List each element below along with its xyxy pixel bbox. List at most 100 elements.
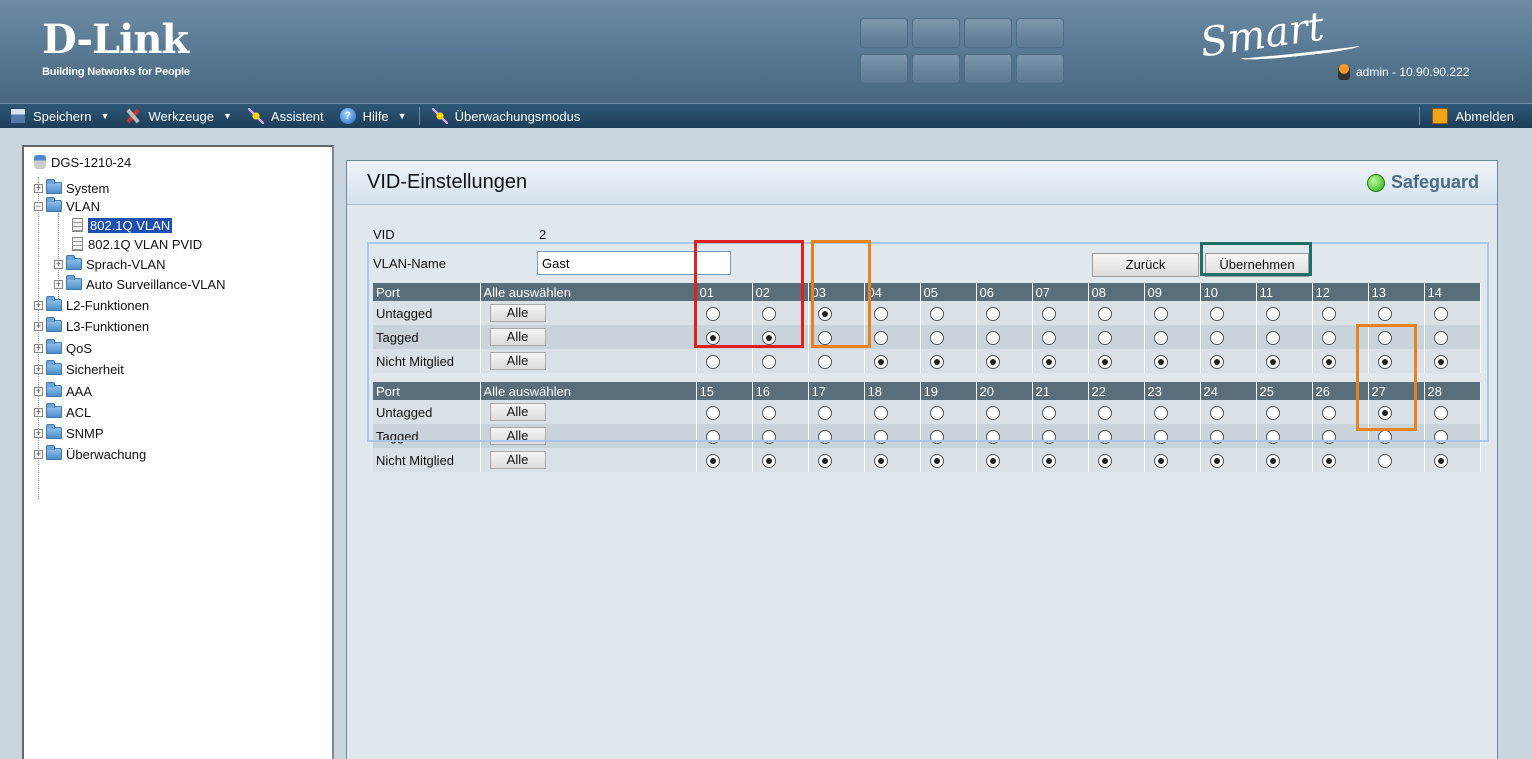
membership-radio[interactable] bbox=[873, 429, 888, 444]
membership-radio[interactable] bbox=[929, 429, 944, 444]
membership-radio[interactable] bbox=[1321, 306, 1336, 321]
membership-radio[interactable] bbox=[1209, 306, 1224, 321]
membership-radio[interactable] bbox=[1153, 453, 1168, 468]
membership-radio[interactable] bbox=[761, 453, 776, 468]
wizard-menu[interactable]: Assistent bbox=[240, 104, 332, 129]
tree-item-snmp[interactable]: + SNMP bbox=[34, 424, 104, 442]
expand-icon[interactable]: + bbox=[54, 259, 63, 269]
membership-radio[interactable] bbox=[1321, 354, 1336, 369]
tree-item-aaa[interactable]: + AAA bbox=[34, 382, 92, 400]
membership-radio[interactable] bbox=[1265, 306, 1280, 321]
membership-radio[interactable] bbox=[817, 429, 832, 444]
membership-radio[interactable] bbox=[985, 429, 1000, 444]
membership-radio[interactable] bbox=[1377, 453, 1392, 468]
tree-item-acl[interactable]: + ACL bbox=[34, 403, 91, 421]
membership-radio[interactable] bbox=[817, 405, 832, 420]
expand-icon[interactable]: + bbox=[34, 321, 43, 331]
membership-radio[interactable] bbox=[705, 354, 720, 369]
membership-radio[interactable] bbox=[1097, 306, 1112, 321]
membership-radio[interactable] bbox=[1041, 330, 1056, 345]
membership-radio[interactable] bbox=[761, 354, 776, 369]
select-all-button[interactable]: Alle bbox=[489, 403, 546, 421]
select-all-button[interactable]: Alle bbox=[489, 304, 546, 322]
membership-radio[interactable] bbox=[817, 306, 832, 321]
tree-item-system[interactable]: + System bbox=[34, 179, 109, 197]
membership-radio[interactable] bbox=[985, 453, 1000, 468]
select-all-button[interactable]: Alle bbox=[489, 328, 546, 346]
membership-radio[interactable] bbox=[929, 330, 944, 345]
membership-radio[interactable] bbox=[985, 405, 1000, 420]
membership-radio[interactable] bbox=[1209, 330, 1224, 345]
membership-radio[interactable] bbox=[1153, 405, 1168, 420]
membership-radio[interactable] bbox=[761, 429, 776, 444]
apply-button[interactable]: Übernehmen bbox=[1205, 253, 1309, 277]
membership-radio[interactable] bbox=[1153, 354, 1168, 369]
expand-icon[interactable]: + bbox=[34, 407, 43, 417]
membership-radio[interactable] bbox=[929, 405, 944, 420]
expand-icon[interactable]: + bbox=[34, 183, 43, 193]
membership-radio[interactable] bbox=[1097, 354, 1112, 369]
membership-radio[interactable] bbox=[1097, 405, 1112, 420]
membership-radio[interactable] bbox=[1209, 453, 1224, 468]
membership-radio[interactable] bbox=[1041, 306, 1056, 321]
membership-radio[interactable] bbox=[1377, 330, 1392, 345]
membership-radio[interactable] bbox=[985, 330, 1000, 345]
tree-item-device[interactable]: DGS-1210-24 bbox=[34, 153, 131, 171]
membership-radio[interactable] bbox=[1321, 429, 1336, 444]
membership-radio[interactable] bbox=[705, 453, 720, 468]
membership-radio[interactable] bbox=[1321, 405, 1336, 420]
membership-radio[interactable] bbox=[1433, 453, 1448, 468]
select-all-button[interactable]: Alle bbox=[489, 451, 546, 469]
tree-item-l2-functions[interactable]: + L2-Funktionen bbox=[34, 296, 149, 314]
membership-radio[interactable] bbox=[1321, 453, 1336, 468]
membership-radio[interactable] bbox=[1433, 429, 1448, 444]
tree-item-8021q-vlan-pvid[interactable]: 802.1Q VLAN PVID bbox=[72, 235, 202, 253]
expand-icon[interactable]: + bbox=[34, 428, 43, 438]
membership-radio[interactable] bbox=[1433, 354, 1448, 369]
membership-radio[interactable] bbox=[1265, 330, 1280, 345]
membership-radio[interactable] bbox=[1377, 306, 1392, 321]
membership-radio[interactable] bbox=[873, 330, 888, 345]
tools-menu[interactable]: Werkzeuge ▼ bbox=[117, 104, 239, 129]
tree-item-8021q-vlan[interactable]: 802.1Q VLAN bbox=[72, 216, 173, 234]
membership-radio[interactable] bbox=[873, 306, 888, 321]
tree-item-qos[interactable]: + QoS bbox=[34, 339, 92, 357]
membership-radio[interactable] bbox=[761, 306, 776, 321]
membership-radio[interactable] bbox=[1041, 405, 1056, 420]
expand-icon[interactable]: + bbox=[54, 279, 63, 289]
membership-radio[interactable] bbox=[929, 306, 944, 321]
membership-radio[interactable] bbox=[873, 453, 888, 468]
membership-radio[interactable] bbox=[817, 453, 832, 468]
tree-item-auto-surveillance-vlan[interactable]: + Auto Surveillance-VLAN bbox=[54, 275, 225, 293]
monitor-mode-menu[interactable]: Überwachungsmodus bbox=[424, 104, 589, 129]
membership-radio[interactable] bbox=[1265, 453, 1280, 468]
expand-icon[interactable]: + bbox=[34, 449, 43, 459]
membership-radio[interactable] bbox=[985, 354, 1000, 369]
membership-radio[interactable] bbox=[1041, 429, 1056, 444]
save-menu[interactable]: Speichern ▼ bbox=[0, 104, 117, 129]
membership-radio[interactable] bbox=[873, 405, 888, 420]
membership-radio[interactable] bbox=[929, 453, 944, 468]
membership-radio[interactable] bbox=[1433, 405, 1448, 420]
membership-radio[interactable] bbox=[1321, 330, 1336, 345]
back-button[interactable]: Zurück bbox=[1092, 253, 1199, 277]
membership-radio[interactable] bbox=[1153, 429, 1168, 444]
membership-radio[interactable] bbox=[1433, 306, 1448, 321]
membership-radio[interactable] bbox=[1097, 453, 1112, 468]
membership-radio[interactable] bbox=[1377, 405, 1392, 420]
expand-icon[interactable]: + bbox=[34, 343, 43, 353]
membership-radio[interactable] bbox=[1209, 405, 1224, 420]
membership-radio[interactable] bbox=[1153, 330, 1168, 345]
membership-radio[interactable] bbox=[1209, 429, 1224, 444]
logout-button[interactable]: Abmelden bbox=[1424, 104, 1532, 129]
membership-radio[interactable] bbox=[705, 330, 720, 345]
membership-radio[interactable] bbox=[1097, 330, 1112, 345]
membership-radio[interactable] bbox=[985, 306, 1000, 321]
membership-radio[interactable] bbox=[1153, 306, 1168, 321]
help-menu[interactable]: ? Hilfe ▼ bbox=[332, 104, 415, 129]
tree-item-security[interactable]: + Sicherheit bbox=[34, 360, 124, 378]
membership-radio[interactable] bbox=[761, 405, 776, 420]
membership-radio[interactable] bbox=[929, 354, 944, 369]
expand-icon[interactable]: + bbox=[34, 300, 43, 310]
membership-radio[interactable] bbox=[1377, 429, 1392, 444]
